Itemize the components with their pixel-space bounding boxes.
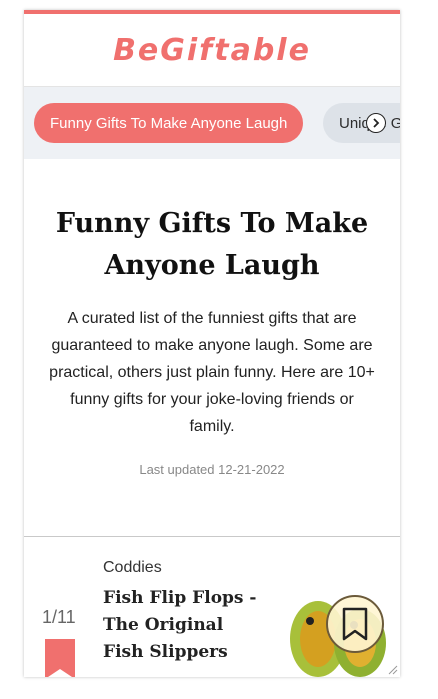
bookmark-icon[interactable] bbox=[45, 639, 75, 677]
page-title: Funny Gifts To Make Anyone Laugh bbox=[55, 208, 369, 281]
bookmark-button[interactable] bbox=[326, 595, 384, 653]
bookmark-outline-icon bbox=[342, 607, 368, 641]
tab-funny-gifts[interactable]: Funny Gifts To Make Anyone Laugh bbox=[34, 103, 304, 143]
category-tabs: Funny Gifts To Make Anyone Laugh Unique … bbox=[24, 87, 400, 159]
site-logo[interactable]: BeGiftable bbox=[113, 33, 311, 68]
site-header: BeGiftable bbox=[24, 14, 400, 87]
item-counter: 1/11 bbox=[42, 607, 76, 627]
article-description: A curated list of the funniest gifts tha… bbox=[49, 310, 375, 435]
chevron-right-icon[interactable] bbox=[366, 113, 386, 133]
item-title[interactable]: Fish Flip Flops - The Original Fish Slip… bbox=[103, 585, 263, 666]
mobile-frame: BeGiftable Funny Gifts To Make Anyone La… bbox=[24, 10, 400, 677]
resize-handle-icon[interactable] bbox=[388, 665, 398, 675]
last-updated: Last updated 12-21-2022 bbox=[139, 462, 285, 477]
tab-unique-gifts[interactable]: Unique G bbox=[323, 103, 400, 143]
article-intro: Funny Gifts To Make Anyone Laugh A curat… bbox=[24, 159, 400, 537]
item-brand: Coddies bbox=[103, 559, 162, 576]
